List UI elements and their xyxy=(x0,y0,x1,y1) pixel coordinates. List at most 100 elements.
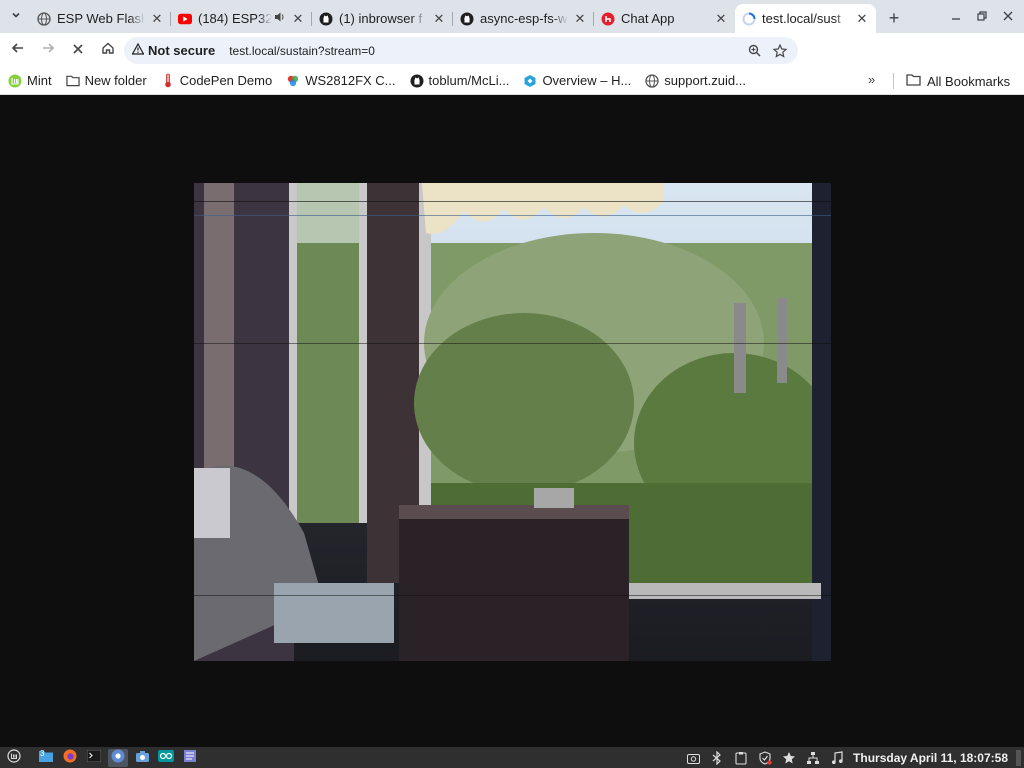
tab-github-async-esp-fs[interactable]: async-esp-fs-w ✕ xyxy=(453,4,594,33)
globe-icon xyxy=(645,73,659,88)
clock-text[interactable]: Thursday April 11, 18:07:58 xyxy=(853,751,1008,765)
github-icon xyxy=(319,12,333,26)
tab-title: ESP Web Flash xyxy=(57,11,145,26)
arrow-left-icon xyxy=(11,41,25,59)
back-button[interactable] xyxy=(4,36,32,64)
speaker-icon[interactable] xyxy=(274,11,286,26)
bookmarks-overflow-button[interactable]: » xyxy=(868,72,875,87)
folder-icon xyxy=(65,74,80,88)
youtube-icon xyxy=(178,12,192,26)
taskbar-arduino-button[interactable] xyxy=(156,749,176,767)
huggingface-icon xyxy=(523,74,537,88)
bookmark-mint[interactable]: Mint xyxy=(8,73,52,88)
close-icon[interactable]: ✕ xyxy=(713,11,729,27)
bookmark-ws2812fx[interactable]: WS2812FX C... xyxy=(286,73,396,88)
update-shield-icon[interactable] xyxy=(755,749,775,767)
screenshot-tray-icon[interactable] xyxy=(683,749,703,767)
tab-chat-app[interactable]: Chat App ✕ xyxy=(594,4,735,33)
bookmark-label: Overview – H... xyxy=(542,73,632,88)
close-icon[interactable]: ✕ xyxy=(149,11,165,27)
plus-icon: + xyxy=(888,7,900,28)
workspace-badge: 3 xyxy=(40,748,45,758)
folder-icon xyxy=(906,73,921,89)
close-icon[interactable]: ✕ xyxy=(431,11,447,27)
system-tray: Thursday April 11, 18:07:58 xyxy=(679,747,1024,768)
forward-button[interactable] xyxy=(34,36,62,64)
close-icon[interactable]: ✕ xyxy=(572,11,588,27)
taskbar-editor-button[interactable] xyxy=(180,749,200,767)
bookmark-label: New folder xyxy=(84,73,147,88)
tab-title: Chat App xyxy=(621,11,675,26)
restore-icon[interactable] xyxy=(970,4,994,28)
tab-title: test.local/sust xyxy=(762,11,841,26)
bookmark-label: CodePen Demo xyxy=(179,73,273,88)
chevron-down-icon xyxy=(10,9,22,24)
all-bookmarks-button[interactable]: All Bookmarks xyxy=(906,67,1010,95)
tab-youtube-esp32[interactable]: (184) ESP32 ✕ xyxy=(171,4,312,33)
arrow-right-icon xyxy=(41,41,55,59)
close-icon[interactable]: ✕ xyxy=(290,11,306,27)
bookmarks-divider xyxy=(893,73,894,89)
tab-title: async-esp-fs-w xyxy=(480,11,568,26)
chat-app-icon xyxy=(601,12,615,26)
bookmark-label: toblum/McLi... xyxy=(428,73,510,88)
all-bookmarks-label: All Bookmarks xyxy=(927,73,1011,89)
bookmark-new-folder[interactable]: New folder xyxy=(65,73,147,88)
camera-icon xyxy=(135,750,150,766)
music-note-icon[interactable] xyxy=(827,749,847,767)
tab-esp-web-flash[interactable]: ESP Web Flash ✕ xyxy=(30,4,171,33)
bookmark-codepen-demo[interactable]: CodePen Demo xyxy=(161,73,273,88)
thermometer-icon xyxy=(161,73,175,88)
home-button[interactable] xyxy=(94,36,122,64)
url-text[interactable]: test.local/sustain?stream=0 xyxy=(229,44,744,58)
zoom-icon[interactable] xyxy=(744,41,764,61)
bookmark-toblum[interactable]: toblum/McLi... xyxy=(410,73,510,88)
bookmark-label: WS2812FX C... xyxy=(305,73,396,88)
clipboard-icon[interactable] xyxy=(731,749,751,767)
firefox-icon xyxy=(63,749,77,766)
bookmark-overview[interactable]: Overview – H... xyxy=(523,73,631,88)
close-icon[interactable]: ✕ xyxy=(854,11,870,27)
github-icon xyxy=(410,74,424,88)
bookmark-star-icon[interactable] xyxy=(770,41,790,61)
omnibox-actions xyxy=(744,41,798,61)
page-content xyxy=(0,96,1024,747)
taskbar-screenshot-button[interactable] xyxy=(132,749,152,767)
mint-icon xyxy=(7,749,21,766)
browser-toolbar: Not secure test.local/sustain?stream=0 xyxy=(0,33,1024,91)
bookmark-support-zuid[interactable]: support.zuid... xyxy=(645,73,746,88)
bluetooth-icon[interactable] xyxy=(707,749,727,767)
os-taskbar: 3 Thursday April 11, 18:07:58 xyxy=(0,747,1024,768)
address-bar[interactable]: Not secure test.local/sustain?stream=0 xyxy=(124,37,798,64)
site-info-button[interactable]: Not secure xyxy=(131,42,223,58)
security-label: Not secure xyxy=(148,43,216,58)
taskbar-chromium-button[interactable] xyxy=(108,748,128,767)
taskbar-firefox-button[interactable] xyxy=(60,749,80,767)
colorwheel-icon xyxy=(286,74,300,88)
start-menu-button[interactable] xyxy=(4,749,24,767)
text-editor-icon xyxy=(183,749,197,766)
stop-loading-button[interactable] xyxy=(64,36,92,64)
minimize-icon[interactable] xyxy=(944,4,968,28)
chromium-icon xyxy=(111,749,125,766)
taskbar-files-button[interactable]: 3 xyxy=(36,749,56,767)
tab-title: (1) inbrowser f xyxy=(339,11,423,26)
tab-strip: ESP Web Flash ✕ (184) ESP32 ✕ (1) inbrow… xyxy=(0,0,1024,33)
github-icon xyxy=(460,12,474,26)
taskbar-terminal-button[interactable] xyxy=(84,749,104,767)
mint-icon xyxy=(8,74,22,88)
stop-icon xyxy=(72,42,84,59)
tab-github-inbrowser[interactable]: (1) inbrowser f ✕ xyxy=(312,4,453,33)
star-icon[interactable] xyxy=(779,749,799,767)
globe-icon xyxy=(37,11,51,26)
close-window-icon[interactable] xyxy=(996,4,1020,28)
network-icon[interactable] xyxy=(803,749,823,767)
camera-stream-image xyxy=(194,183,831,661)
warning-icon xyxy=(131,42,145,58)
tab-list: ESP Web Flash ✕ (184) ESP32 ✕ (1) inbrow… xyxy=(30,4,908,33)
new-tab-button[interactable]: + xyxy=(880,4,908,32)
tab-test-local-active[interactable]: test.local/sust ✕ xyxy=(735,4,876,33)
tab-title: (184) ESP32 xyxy=(198,11,272,26)
show-desktop-button[interactable] xyxy=(1016,749,1021,766)
tab-search-button[interactable] xyxy=(6,6,26,26)
